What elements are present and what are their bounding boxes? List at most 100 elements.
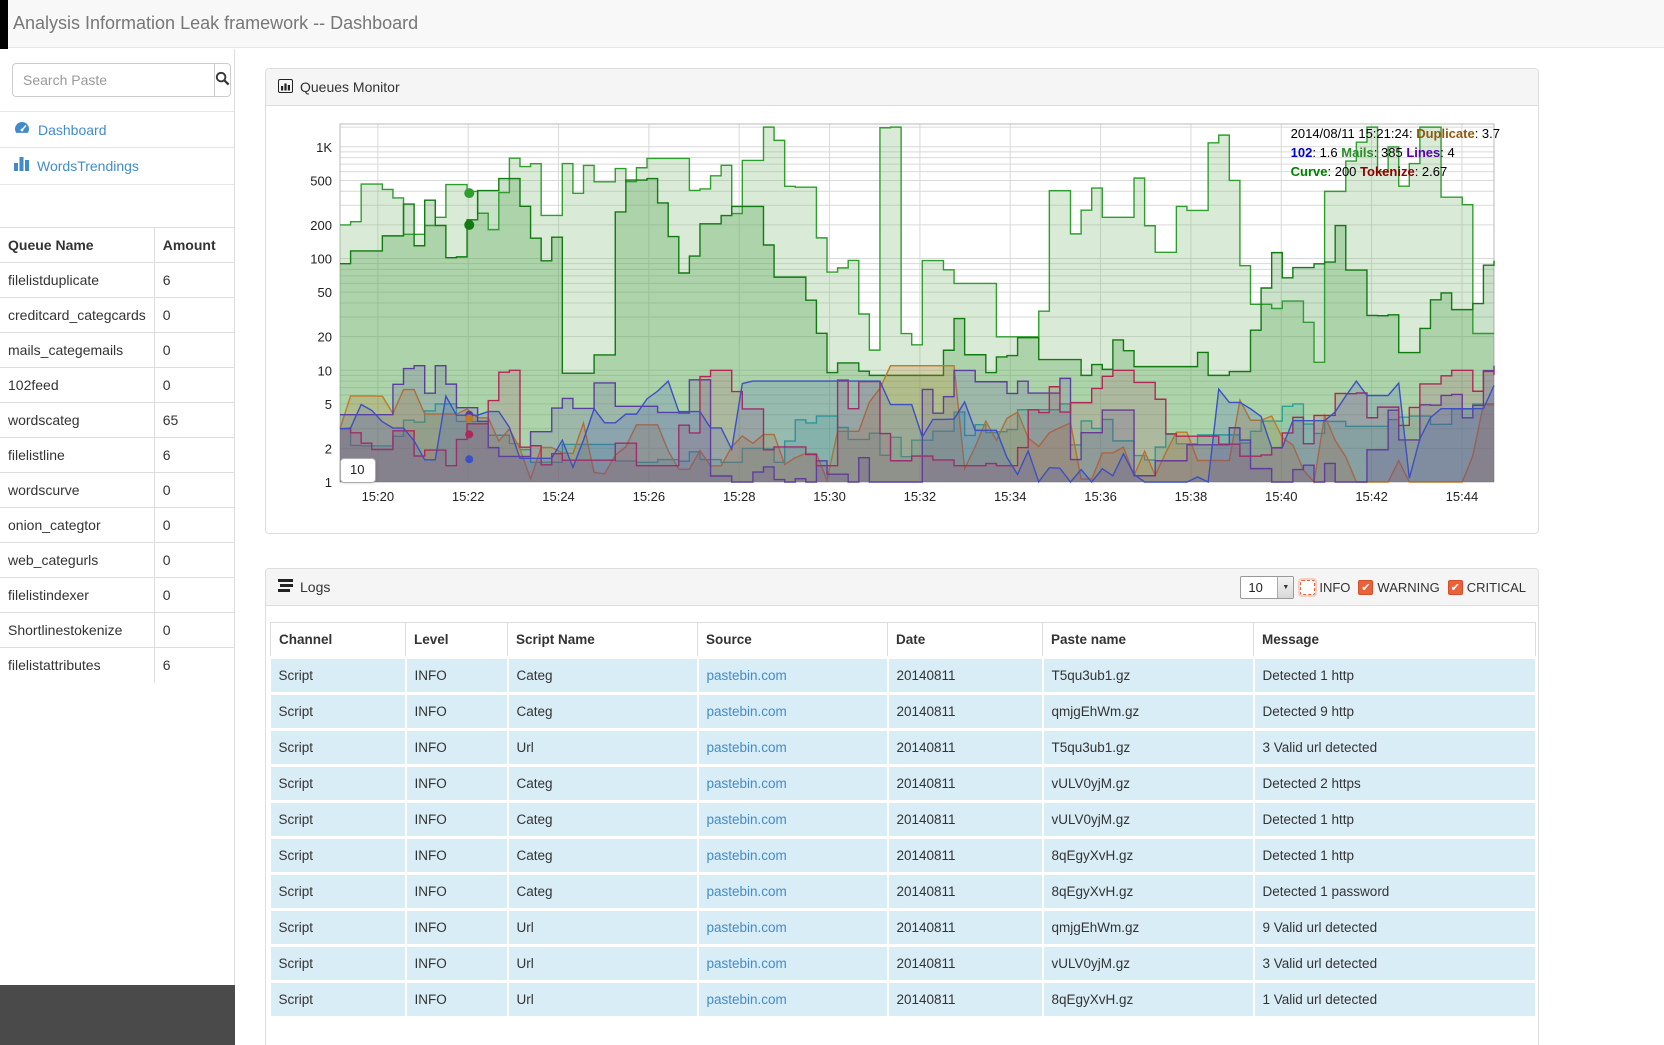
checkbox-unchecked-icon[interactable] xyxy=(1300,580,1315,595)
svg-text:500: 500 xyxy=(310,173,332,188)
queue-amount: 6 xyxy=(154,263,234,298)
log-cell-date: 20140811 xyxy=(888,910,1043,946)
svg-text:20: 20 xyxy=(318,330,332,345)
queue-row: Shortlinestokenize0 xyxy=(0,613,234,648)
sidebar: Dashboard WordsTrendings Queue Name Amou… xyxy=(0,49,235,985)
queue-amount: 0 xyxy=(154,298,234,333)
search-input[interactable] xyxy=(12,63,214,97)
svg-text:1: 1 xyxy=(325,475,332,490)
source-link[interactable]: pastebin.com xyxy=(707,668,787,683)
source-link[interactable]: pastebin.com xyxy=(707,920,787,935)
source-link[interactable]: pastebin.com xyxy=(707,740,787,755)
svg-text:10: 10 xyxy=(318,363,332,378)
log-cell-message: Detected 1 http xyxy=(1254,838,1536,874)
log-cell-script: Categ xyxy=(508,802,698,838)
queue-name: web_categurls xyxy=(0,543,154,578)
logs-table: ChannelLevelScript NameSourceDatePaste n… xyxy=(270,622,1537,1016)
source-link[interactable]: pastebin.com xyxy=(707,704,787,719)
queue-amount: 0 xyxy=(154,613,234,648)
svg-text:200: 200 xyxy=(310,218,332,233)
queues-monitor-header: Queues Monitor xyxy=(266,69,1538,106)
filter-warning[interactable]: ✔WARNING xyxy=(1358,580,1439,595)
log-cell-source: pastebin.com xyxy=(698,694,888,730)
log-row: ScriptINFOUrlpastebin.com20140811T5qu3ub… xyxy=(271,730,1536,766)
page-cutoff-artifact xyxy=(0,985,235,1045)
page-size-value: 10 xyxy=(1241,580,1277,595)
svg-text:100: 100 xyxy=(310,252,332,267)
log-cell-script: Url xyxy=(508,910,698,946)
search-icon xyxy=(215,71,230,89)
queue-amount: 0 xyxy=(154,578,234,613)
queue-name: Shortlinestokenize xyxy=(0,613,154,648)
log-row: ScriptINFOCategpastebin.com20140811vULV0… xyxy=(271,766,1536,802)
screen-edge-artifact xyxy=(0,0,8,49)
checkbox-checked-icon[interactable]: ✔ xyxy=(1448,580,1463,595)
queue-name: creditcard_categcards xyxy=(0,298,154,333)
log-cell-paste: T5qu3ub1.gz xyxy=(1043,658,1254,694)
queues-chart[interactable]: 1K50020010050201052115:2015:2215:2415:26… xyxy=(294,118,1504,514)
svg-text:15:36: 15:36 xyxy=(1084,489,1117,504)
bar-chart-icon xyxy=(14,148,29,184)
search-button[interactable] xyxy=(214,63,231,97)
log-cell-paste: 8qEgyXvH.gz xyxy=(1043,874,1254,910)
svg-text:15:34: 15:34 xyxy=(994,489,1027,504)
log-cell-source: pastebin.com xyxy=(698,838,888,874)
page-size-select[interactable]: 10 ▼ xyxy=(1240,576,1294,599)
svg-text:15:38: 15:38 xyxy=(1175,489,1208,504)
log-cell-channel: Script xyxy=(271,838,406,874)
checkbox-checked-icon[interactable]: ✔ xyxy=(1358,580,1373,595)
sidebar-item-label: WordsTrendings xyxy=(37,148,139,184)
logs-column-header: Channel xyxy=(271,623,406,658)
filter-info[interactable]: INFO xyxy=(1300,580,1350,595)
queue-row: mails_categemails0 xyxy=(0,333,234,368)
log-cell-message: 3 Valid url detected xyxy=(1254,730,1536,766)
queue-row: web_categurls0 xyxy=(0,543,234,578)
log-cell-source: pastebin.com xyxy=(698,658,888,694)
filter-critical[interactable]: ✔ CRITICAL xyxy=(1448,580,1526,595)
queue-name: filelistindexer xyxy=(0,578,154,613)
svg-text:1K: 1K xyxy=(316,140,332,155)
log-cell-paste: vULV0yjM.gz xyxy=(1043,802,1254,838)
svg-text:15:26: 15:26 xyxy=(633,489,666,504)
logs-icon xyxy=(278,579,293,595)
queue-row: filelistattributes6 xyxy=(0,648,234,683)
queue-amount: 6 xyxy=(154,438,234,473)
queue-amount: 0 xyxy=(154,508,234,543)
queue-row: filelistindexer0 xyxy=(0,578,234,613)
logs-column-header: Message xyxy=(1254,623,1536,658)
chart-tooltip: 10 xyxy=(340,458,376,483)
sidebar-item-wordstrendings[interactable]: WordsTrendings xyxy=(0,148,234,185)
filter-label: CRITICAL xyxy=(1467,580,1526,595)
queue-amount: 0 xyxy=(154,543,234,578)
log-cell-level: INFO xyxy=(406,874,508,910)
log-cell-channel: Script xyxy=(271,982,406,1017)
log-cell-script: Categ xyxy=(508,694,698,730)
source-link[interactable]: pastebin.com xyxy=(707,776,787,791)
source-link[interactable]: pastebin.com xyxy=(707,884,787,899)
source-link[interactable]: pastebin.com xyxy=(707,992,787,1007)
log-row: ScriptINFOCategpastebin.com201408118qEgy… xyxy=(271,874,1536,910)
source-link[interactable]: pastebin.com xyxy=(707,956,787,971)
log-cell-paste: 8qEgyXvH.gz xyxy=(1043,982,1254,1017)
log-cell-message: 9 Valid url detected xyxy=(1254,910,1536,946)
log-cell-level: INFO xyxy=(406,946,508,982)
svg-text:15:40: 15:40 xyxy=(1265,489,1298,504)
log-cell-channel: Script xyxy=(271,802,406,838)
source-link[interactable]: pastebin.com xyxy=(707,848,787,863)
log-cell-channel: Script xyxy=(271,910,406,946)
svg-text:15:42: 15:42 xyxy=(1355,489,1388,504)
logs-header: Logs 10 ▼ INFO✔WARNING✔CRITICAL xyxy=(266,569,1538,606)
logs-panel: Logs 10 ▼ INFO✔WARNING✔CRITICAL ChannelL… xyxy=(265,568,1539,1045)
svg-text:15:20: 15:20 xyxy=(362,489,395,504)
log-cell-message: 3 Valid url detected xyxy=(1254,946,1536,982)
log-cell-source: pastebin.com xyxy=(698,874,888,910)
sidebar-item-dashboard[interactable]: Dashboard xyxy=(0,111,234,148)
queue-name: wordscurve xyxy=(0,473,154,508)
logs-table-body: ScriptINFOCategpastebin.com20140811T5qu3… xyxy=(271,658,1536,1017)
filter-label: INFO xyxy=(1319,580,1350,595)
queue-name: wordscateg xyxy=(0,403,154,438)
chart-legend: 2014/08/11 15:21:24: Duplicate: 3.7102: … xyxy=(1291,124,1500,181)
queue-amount: 65 xyxy=(154,403,234,438)
log-cell-paste: 8qEgyXvH.gz xyxy=(1043,838,1254,874)
source-link[interactable]: pastebin.com xyxy=(707,812,787,827)
